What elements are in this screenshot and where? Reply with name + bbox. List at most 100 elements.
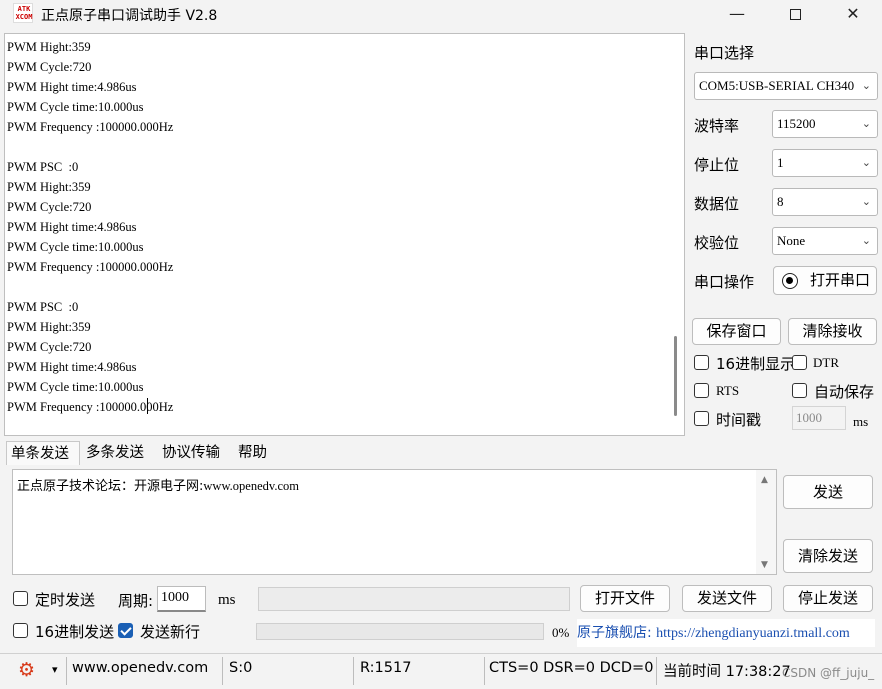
auto-save-checkbox[interactable]: [792, 383, 807, 398]
receive-line: PWM Cycle:720: [7, 200, 92, 214]
receive-line: PWM Cycle time:10.000us: [7, 380, 144, 394]
open-port-button-label: 打开串口: [810, 271, 871, 289]
scroll-up-icon[interactable]: ▲: [761, 475, 768, 485]
port-select[interactable]: COM5:USB-SERIAL CH340 ⌄: [694, 72, 878, 100]
receive-text: PWM Hight:359 PWM Cycle:720 PWM Hight time…: [7, 37, 173, 417]
send-file-button[interactable]: 发送文件: [682, 585, 772, 612]
store-link-url: https://zhengdianyuanzi.tmall.com: [656, 626, 850, 641]
maximize-button[interactable]: [766, 0, 824, 28]
status-divider: [656, 657, 657, 685]
timed-send-label: 定时发送: [35, 591, 96, 609]
receive-line: PWM Hight time:4.986us: [7, 360, 137, 374]
gear-icon[interactable]: ⚙: [18, 659, 35, 681]
receive-textarea[interactable]: PWM Hight:359 PWM Cycle:720 PWM Hight time…: [4, 33, 685, 436]
tab-single-send[interactable]: 单条发送: [6, 441, 80, 465]
send-progress-bar: [256, 623, 544, 640]
status-lines: CTS=0 DSR=0 DCD=0: [489, 660, 654, 676]
timestamp-label: 时间戳: [716, 411, 762, 429]
tab-help[interactable]: 帮助: [234, 441, 284, 465]
data-bits-value: 8: [777, 194, 784, 209]
maximize-icon: [789, 9, 801, 20]
status-received-count: R:1517: [360, 660, 412, 676]
parity-value: None: [777, 233, 806, 248]
receive-line: PWM Hight time:4.986us: [7, 220, 137, 234]
send-text: 正点原子技术论坛：开源电子网:www.openedv.com: [17, 475, 299, 494]
title-bar: ATK XCOM 正点原子串口调试助手 V2.8 — ✕: [0, 0, 882, 30]
send-textarea[interactable]: 正点原子技术论坛：开源电子网:www.openedv.com ▲ ▼: [12, 469, 777, 575]
parity-label: 校验位: [694, 234, 740, 252]
status-bar: ⚙ ▾ www.openedv.com S:0 R:1517 CTS=0 DSR…: [0, 653, 882, 689]
close-button[interactable]: ✕: [824, 0, 882, 28]
receive-scrollbar[interactable]: [669, 36, 683, 434]
port-status-indicator-icon: [782, 273, 798, 289]
receive-line: PWM Cycle:720: [7, 340, 92, 354]
receive-line: PWM Hight:359: [7, 40, 91, 54]
timestamp-checkbox[interactable]: [694, 411, 709, 426]
parity-select[interactable]: None ⌄: [772, 227, 878, 255]
status-sent-count: S:0: [229, 660, 253, 676]
stop-send-button[interactable]: 停止发送: [783, 585, 873, 612]
save-window-button[interactable]: 保存窗口: [692, 318, 781, 345]
stop-bits-label: 停止位: [694, 156, 740, 174]
port-select-label: 串口选择: [694, 44, 755, 62]
stop-bits-select[interactable]: 1 ⌄: [772, 149, 878, 177]
port-op-label: 串口操作: [694, 273, 755, 291]
hex-send-checkbox[interactable]: [13, 623, 28, 638]
open-port-button[interactable]: 打开串口: [773, 266, 877, 295]
store-link-label: 原子旗舰店:: [577, 625, 652, 641]
clear-send-button[interactable]: 清除发送: [783, 539, 873, 573]
rts-label: RTS: [716, 383, 740, 398]
period-input[interactable]: 1000: [157, 586, 206, 612]
hex-display-label: 16进制显示: [716, 355, 796, 373]
hex-send-label: 16进制发送: [35, 623, 115, 641]
timestamp-interval-input[interactable]: 1000: [792, 406, 846, 430]
open-file-button[interactable]: 打开文件: [580, 585, 670, 612]
status-website[interactable]: www.openedv.com: [72, 660, 208, 676]
file-path-field[interactable]: [258, 587, 570, 611]
data-bits-select[interactable]: 8 ⌄: [772, 188, 878, 216]
receive-line: PWM PSC :0: [7, 160, 79, 174]
chevron-down-icon: ⌄: [861, 195, 871, 208]
period-label: 周期:: [118, 592, 154, 610]
receive-line: [7, 277, 173, 297]
app-window: ATK XCOM 正点原子串口调试助手 V2.8 — ✕ PWM Hight:3…: [0, 0, 882, 689]
receive-line: PWM Frequency :100000.000Hz: [7, 400, 174, 414]
tab-protocol[interactable]: 协议传输: [158, 441, 232, 465]
chevron-down-icon: ⌄: [861, 79, 871, 92]
receive-line: PWM Cycle time:10.000us: [7, 100, 144, 114]
rts-checkbox[interactable]: [694, 383, 709, 398]
hex-display-checkbox[interactable]: [694, 355, 709, 370]
auto-save-label: 自动保存: [814, 383, 875, 401]
send-text-url: www.openedv.com: [203, 479, 299, 493]
send-newline-checkbox[interactable]: [118, 623, 133, 638]
baud-select[interactable]: 115200 ⌄: [772, 110, 878, 138]
receive-line: PWM Cycle time:10.000us: [7, 240, 144, 254]
send-button[interactable]: 发送: [783, 475, 873, 509]
receive-line: PWM Hight:359: [7, 180, 91, 194]
store-link[interactable]: 原子旗舰店: https://zhengdianyuanzi.tmall.com: [577, 619, 875, 647]
tab-multi-send[interactable]: 多条发送: [82, 441, 156, 465]
receive-scroll-thumb[interactable]: [674, 336, 677, 416]
progress-percent: 0%: [552, 625, 570, 640]
stop-bits-value: 1: [777, 155, 784, 170]
baud-select-value: 115200: [777, 116, 816, 131]
send-scrollbar[interactable]: ▲ ▼: [756, 470, 776, 574]
minimize-icon: —: [729, 4, 745, 23]
status-divider: [353, 657, 354, 685]
baud-label: 波特率: [694, 117, 740, 135]
receive-line: PWM Hight time:4.986us: [7, 80, 137, 94]
text-caret: [147, 398, 148, 414]
app-logo-icon: ATK XCOM: [13, 3, 33, 23]
scroll-down-icon[interactable]: ▼: [761, 560, 768, 570]
chevron-down-icon: ⌄: [861, 117, 871, 130]
chevron-down-icon[interactable]: ▾: [52, 663, 58, 676]
minimize-button[interactable]: —: [708, 0, 766, 28]
timed-send-checkbox[interactable]: [13, 591, 28, 606]
receive-line: PWM Cycle:720: [7, 60, 92, 74]
dtr-checkbox[interactable]: [792, 355, 807, 370]
receive-line: PWM Frequency :100000.000Hz: [7, 260, 174, 274]
send-newline-label: 发送新行: [140, 623, 201, 641]
port-select-value: COM5:USB-SERIAL CH340: [699, 78, 855, 93]
chevron-down-icon: ⌄: [861, 234, 871, 247]
clear-receive-button[interactable]: 清除接收: [788, 318, 877, 345]
